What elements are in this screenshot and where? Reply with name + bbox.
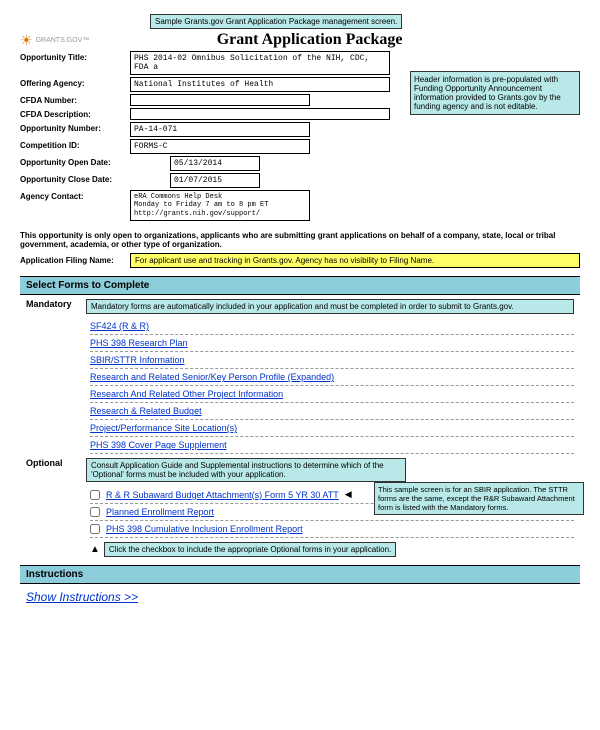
field-opportunity-title: PHS 2014-02 Omnibus Solicitation of the …	[130, 51, 390, 75]
field-offering-agency: National Institutes of Health	[130, 77, 390, 92]
label-competition-id: Competition ID:	[20, 139, 130, 150]
arrow-up-icon: ▲	[90, 544, 100, 555]
field-opportunity-number: PA-14-071	[130, 122, 310, 137]
field-open-date: 05/13/2014	[170, 156, 260, 171]
label-mandatory: Mandatory	[26, 299, 86, 309]
organization-note: This opportunity is only open to organiz…	[20, 231, 580, 249]
arrow-icon: ◀	[345, 489, 352, 500]
field-competition-id: FORMS-C	[130, 139, 310, 154]
label-cfda-number: CFDA Number:	[20, 94, 130, 105]
label-optional: Optional	[26, 458, 86, 468]
form-link[interactable]: Project/Performance Site Location(s)	[90, 423, 237, 433]
show-instructions-link[interactable]: Show Instructions >>	[26, 590, 138, 604]
grants-gov-logo: ☀ GRANTS.GOV™	[20, 32, 89, 49]
sun-icon: ☀	[20, 32, 33, 49]
label-offering-agency: Offering Agency:	[20, 77, 130, 88]
page-title: Grant Application Package	[99, 31, 520, 49]
form-link[interactable]: PHS 398 Cover Page Supplement	[90, 440, 227, 450]
checkbox-callout: Click the checkbox to include the approp…	[104, 542, 396, 557]
optional-checkbox[interactable]	[90, 524, 100, 534]
optional-checkbox[interactable]	[90, 507, 100, 517]
optional-checkbox[interactable]	[90, 490, 100, 500]
optional-callout: Consult Application Guide and Supplement…	[86, 458, 406, 482]
field-agency-contact: eRA Commons Help Desk Monday to Friday 7…	[130, 190, 310, 221]
form-link[interactable]: R & R Subaward Budget Attachment(s) Form…	[106, 490, 339, 500]
form-link[interactable]: PHS 398 Research Plan	[90, 338, 188, 348]
field-cfda-number	[130, 94, 310, 106]
label-cfda-description: CFDA Description:	[20, 108, 130, 119]
form-link[interactable]: SF424 (R & R)	[90, 321, 149, 331]
label-agency-contact: Agency Contact:	[20, 190, 130, 201]
mandatory-forms-list: SF424 (R & R) PHS 398 Research Plan SBIR…	[90, 318, 574, 454]
optional-forms-list: R & R Subaward Budget Attachment(s) Form…	[90, 486, 574, 538]
top-callout: Sample Grants.gov Grant Application Pack…	[150, 14, 402, 29]
field-filing-name[interactable]: For applicant use and tracking in Grants…	[130, 253, 580, 268]
label-open-date: Opportunity Open Date:	[20, 156, 130, 167]
form-link[interactable]: Research and Related Senior/Key Person P…	[90, 372, 334, 382]
form-link[interactable]: SBIR/STTR Information	[90, 355, 185, 365]
label-opportunity-number: Opportunity Number:	[20, 122, 130, 133]
section-select-forms: Select Forms to Complete	[20, 276, 580, 295]
form-link[interactable]: Research And Related Other Project Infor…	[90, 389, 283, 399]
form-link[interactable]: Planned Enrollment Report	[106, 507, 214, 517]
section-instructions: Instructions	[20, 565, 580, 584]
field-close-date: 01/07/2015	[170, 173, 260, 188]
label-filing-name: Application Filing Name:	[20, 256, 130, 265]
field-cfda-description	[130, 108, 390, 120]
form-link[interactable]: Research & Related Budget	[90, 406, 202, 416]
form-link[interactable]: PHS 398 Cumulative Inclusion Enrollment …	[106, 524, 303, 534]
header-info-callout: Header information is pre-populated with…	[410, 71, 580, 115]
label-opportunity-title: Opportunity Title:	[20, 51, 130, 62]
mandatory-callout: Mandatory forms are automatically includ…	[86, 299, 574, 314]
label-close-date: Opportunity Close Date:	[20, 173, 130, 184]
